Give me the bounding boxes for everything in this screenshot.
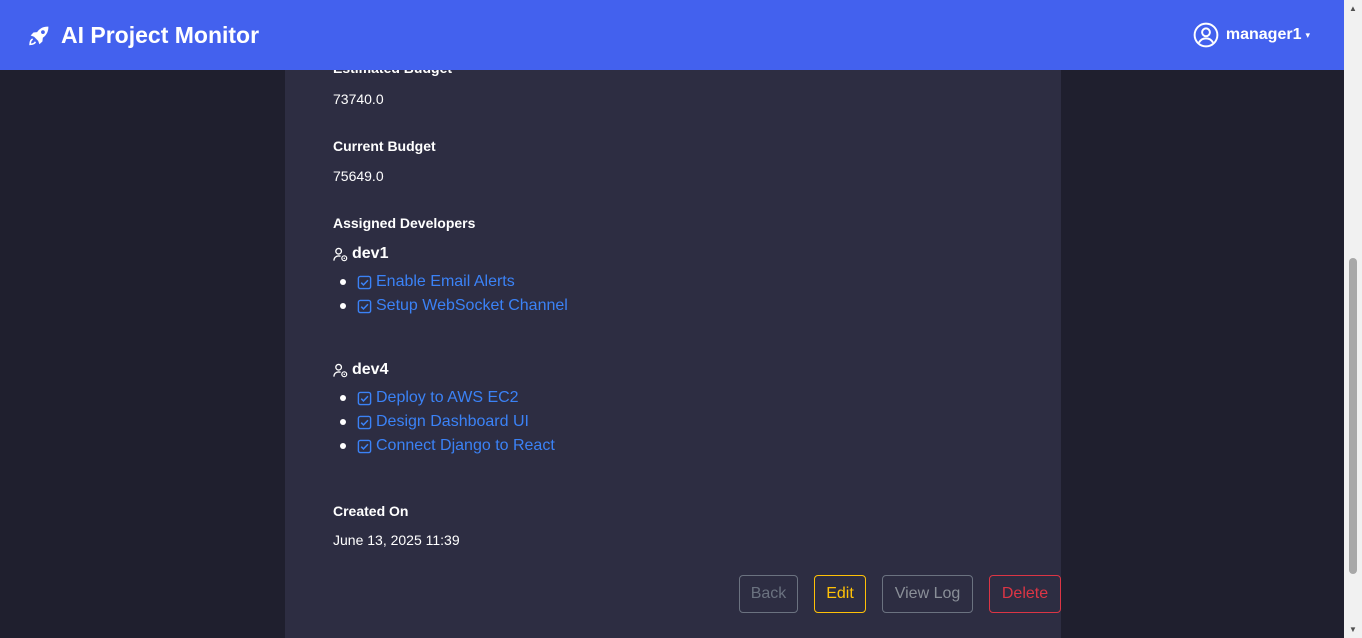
bullet (340, 395, 346, 401)
list-item: Deploy to AWS EC2 (333, 386, 555, 410)
current-budget-label: Current Budget (333, 138, 436, 154)
task-title: Setup WebSocket Channel (376, 297, 568, 314)
bullet (340, 303, 346, 309)
brand-link[interactable]: AI Project Monitor (27, 22, 259, 49)
app-title: AI Project Monitor (61, 21, 260, 48)
developer-name: dev4 (352, 361, 389, 378)
created-on-value: June 13, 2025 11:39 (333, 532, 460, 548)
task-title: Deploy to AWS EC2 (376, 389, 519, 406)
current-budget-value: 75649.0 (333, 168, 384, 184)
username: manager1 (1225, 26, 1302, 43)
created-on-label: Created On (333, 503, 409, 519)
user-gear-icon (333, 363, 348, 378)
scrollbar-thumb[interactable] (1349, 258, 1357, 574)
back-button[interactable]: Back (739, 575, 798, 613)
check-square-icon (357, 299, 372, 314)
bullet (340, 279, 346, 285)
dev1-task-list: Enable Email Alerts Setup WebSocket Chan… (333, 270, 568, 318)
delete-button[interactable]: Delete (989, 575, 1061, 613)
task-title: Design Dashboard UI (376, 413, 529, 430)
list-item: Connect Django to React (333, 434, 555, 458)
developer-dev4: dev4 (333, 361, 388, 379)
project-detail-card: Estimated Budget 73740.0 Current Budget … (285, 0, 1061, 638)
list-item: Setup WebSocket Channel (333, 294, 568, 318)
list-item: Enable Email Alerts (333, 270, 568, 294)
user-menu[interactable]: manager1 ▾ (1193, 22, 1310, 48)
task-link[interactable]: Setup WebSocket Channel (357, 297, 568, 315)
check-square-icon (357, 415, 372, 430)
chevron-down-icon: ▾ (1305, 29, 1310, 40)
view-log-button[interactable]: View Log (882, 575, 973, 613)
check-square-icon (357, 391, 372, 406)
assigned-developers-label: Assigned Developers (333, 215, 476, 231)
check-square-icon (357, 439, 372, 454)
bullet (340, 443, 346, 449)
scroll-up-arrow-icon[interactable]: ▲ (1344, 0, 1362, 17)
dev4-task-list: Deploy to AWS EC2 Design Dashboard UI Co… (333, 386, 555, 458)
user-circle-icon (1193, 22, 1219, 48)
scroll-down-arrow-icon[interactable]: ▼ (1344, 621, 1362, 638)
bullet (340, 419, 346, 425)
navbar: AI Project Monitor manager1 ▾ (0, 0, 1344, 70)
rocket-icon (29, 26, 49, 45)
estimated-budget-value: 73740.0 (333, 91, 384, 107)
page-scrollbar[interactable]: ▲ ▼ (1344, 0, 1362, 638)
developer-dev1: dev1 (333, 245, 388, 263)
developer-name: dev1 (352, 245, 389, 262)
user-gear-icon (333, 247, 348, 262)
task-link[interactable]: Connect Django to React (357, 437, 555, 455)
check-square-icon (357, 275, 372, 290)
list-item: Design Dashboard UI (333, 410, 555, 434)
task-link[interactable]: Design Dashboard UI (357, 413, 529, 431)
edit-button[interactable]: Edit (814, 575, 866, 613)
task-link[interactable]: Enable Email Alerts (357, 273, 515, 291)
task-title: Connect Django to React (376, 437, 555, 454)
task-link[interactable]: Deploy to AWS EC2 (357, 389, 519, 407)
task-title: Enable Email Alerts (376, 273, 515, 290)
